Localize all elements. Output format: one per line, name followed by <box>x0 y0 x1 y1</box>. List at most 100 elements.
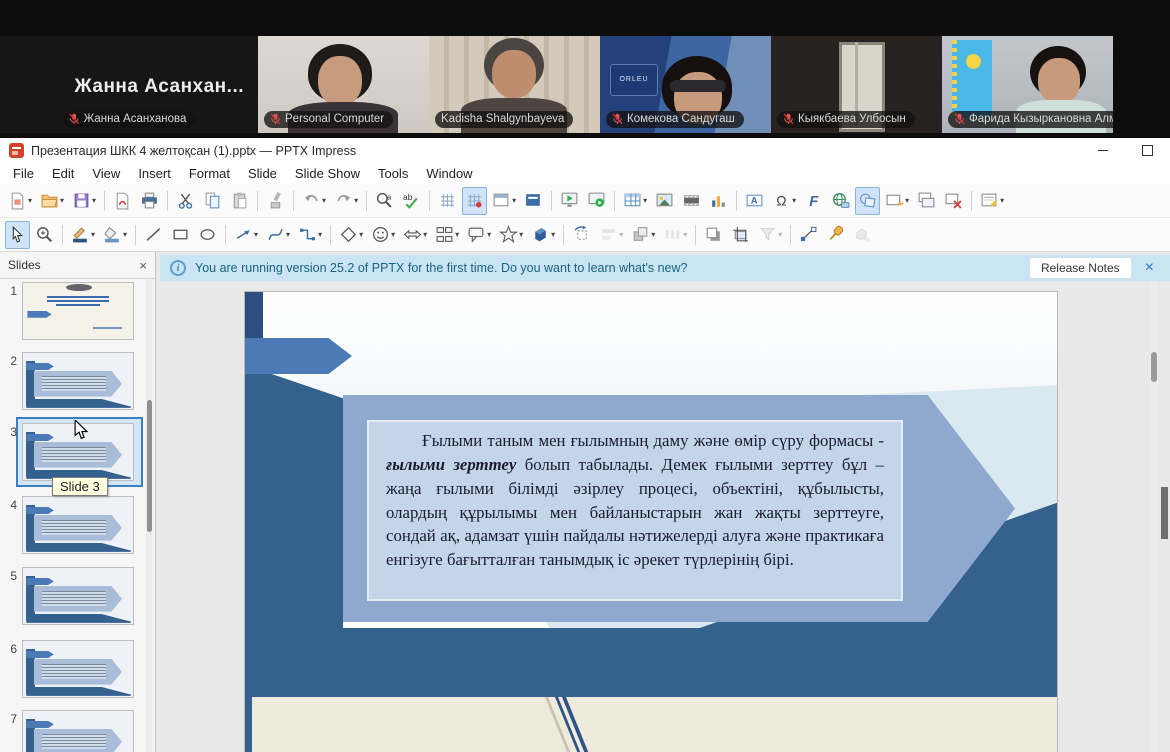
slide-thumbnail[interactable] <box>22 496 134 554</box>
dropdown-arrow-icon[interactable]: ▾ <box>318 230 322 239</box>
align-button[interactable]: ▾ <box>596 221 626 249</box>
dropdown-arrow-icon[interactable]: ▾ <box>423 230 427 239</box>
curves-polygons-button[interactable]: ▾ <box>263 221 293 249</box>
menu-item-file[interactable]: File <box>4 165 43 182</box>
dropdown-arrow-icon[interactable]: ▾ <box>551 230 555 239</box>
display-grid-button[interactable] <box>435 187 460 215</box>
star-shapes-button[interactable]: ▾ <box>496 221 526 249</box>
new-document-button[interactable]: ▾ <box>5 187 35 215</box>
slide-properties-button[interactable]: ▾ <box>977 187 1007 215</box>
export-pdf-button[interactable] <box>110 187 135 215</box>
rectangle-button[interactable] <box>168 221 193 249</box>
dropdown-arrow-icon[interactable]: ▾ <box>254 230 258 239</box>
symbol-shapes-button[interactable]: ▾ <box>368 221 398 249</box>
dropdown-arrow-icon[interactable]: ▾ <box>1000 196 1004 205</box>
dropdown-arrow-icon[interactable]: ▾ <box>92 196 96 205</box>
participant-tile[interactable]: Personal Computer <box>258 36 429 133</box>
flowchart-button[interactable]: ▾ <box>432 221 462 249</box>
insert-line-button[interactable] <box>141 221 166 249</box>
snap-to-grid-button[interactable] <box>462 187 487 215</box>
dropdown-arrow-icon[interactable]: ▾ <box>619 230 623 239</box>
insert-text-box-button[interactable]: A <box>742 187 767 215</box>
3d-objects-button[interactable]: ▾ <box>528 221 558 249</box>
duplicate-slide-button[interactable] <box>914 187 939 215</box>
redo-button[interactable]: ▾ <box>331 187 361 215</box>
menu-item-insert[interactable]: Insert <box>129 165 180 182</box>
paste-button[interactable] <box>227 187 252 215</box>
participant-tile[interactable]: ORLEUКомекова Сандугаш <box>600 36 771 133</box>
dropdown-arrow-icon[interactable]: ▾ <box>354 196 358 205</box>
panel-splitter-handle[interactable] <box>1161 487 1168 539</box>
connectors-button[interactable]: ▾ <box>295 221 325 249</box>
copy-button[interactable] <box>200 187 225 215</box>
dropdown-arrow-icon[interactable]: ▾ <box>322 196 326 205</box>
cut-button[interactable] <box>173 187 198 215</box>
dropdown-arrow-icon[interactable]: ▾ <box>792 196 796 205</box>
slide-thumbnail[interactable] <box>22 640 134 698</box>
menu-item-slide-show[interactable]: Slide Show <box>286 165 369 182</box>
dropdown-arrow-icon[interactable]: ▾ <box>286 230 290 239</box>
dropdown-arrow-icon[interactable]: ▾ <box>60 196 64 205</box>
open-button[interactable]: ▾ <box>37 187 67 215</box>
dropdown-arrow-icon[interactable]: ▾ <box>391 230 395 239</box>
dropdown-arrow-icon[interactable]: ▾ <box>778 230 782 239</box>
ellipse-button[interactable] <box>195 221 220 249</box>
slide-thumbnail[interactable] <box>22 282 134 340</box>
notification-close-icon[interactable]: × <box>1145 260 1154 276</box>
master-slide-button[interactable] <box>521 187 546 215</box>
dropdown-arrow-icon[interactable]: ▾ <box>28 196 32 205</box>
rotate-button[interactable] <box>569 221 594 249</box>
slide-thumbnail[interactable] <box>22 352 134 410</box>
slide-thumbnail[interactable] <box>22 567 134 625</box>
insert-chart-button[interactable] <box>706 187 731 215</box>
block-arrows-button[interactable]: ▾ <box>400 221 430 249</box>
slides-panel-close-icon[interactable]: × <box>139 258 147 273</box>
participant-tile[interactable]: Фарида Кызыркановна Алм... <box>942 36 1113 133</box>
arrange-button[interactable]: ▾ <box>628 221 658 249</box>
slide-canvas[interactable]: Ғылыми таным мен ғылымның даму және өмір… <box>245 292 1057 752</box>
dropdown-arrow-icon[interactable]: ▾ <box>512 196 516 205</box>
spelling-button[interactable]: ab <box>399 187 424 215</box>
slides-panel-scrollbar-thumb[interactable] <box>147 400 152 532</box>
dropdown-arrow-icon[interactable]: ▾ <box>487 230 491 239</box>
select-button[interactable] <box>5 221 30 249</box>
hyperlink-button[interactable] <box>828 187 853 215</box>
menu-item-format[interactable]: Format <box>180 165 239 182</box>
find-replace-button[interactable]: a <box>372 187 397 215</box>
callout-shapes-button[interactable]: ▾ <box>464 221 494 249</box>
shadow-button[interactable] <box>701 221 726 249</box>
insert-media-button[interactable] <box>679 187 704 215</box>
zoom-pan-button[interactable] <box>32 221 57 249</box>
filter-button[interactable]: ▾ <box>755 221 785 249</box>
toggle-extrusion-button[interactable]: % <box>850 221 875 249</box>
new-slide-button[interactable]: ▾ <box>882 187 912 215</box>
insert-image-button[interactable] <box>652 187 677 215</box>
slide-text-box[interactable]: Ғылыми таным мен ғылымның даму және өмір… <box>367 420 903 601</box>
line-color-button[interactable]: ▾ <box>68 221 98 249</box>
participant-tile[interactable]: Жанна Асанхан...Жанна Асанханова <box>0 36 258 133</box>
dropdown-arrow-icon[interactable]: ▾ <box>455 230 459 239</box>
minimize-button[interactable] <box>1080 138 1125 163</box>
fontwork-button[interactable]: F <box>801 187 826 215</box>
dropdown-arrow-icon[interactable]: ▾ <box>359 230 363 239</box>
print-button[interactable] <box>137 187 162 215</box>
insert-table-button[interactable]: ▾ <box>620 187 650 215</box>
dropdown-arrow-icon[interactable]: ▾ <box>123 230 127 239</box>
display-views-button[interactable]: ▾ <box>489 187 519 215</box>
menu-item-window[interactable]: Window <box>417 165 481 182</box>
special-character-button[interactable]: Ω▾ <box>769 187 799 215</box>
basic-shapes-button[interactable]: ▾ <box>336 221 366 249</box>
lines-arrows-button[interactable]: ▾ <box>231 221 261 249</box>
participant-tile[interactable]: Kadisha Shalgynbayeva <box>429 36 600 133</box>
crop-image-button[interactable] <box>728 221 753 249</box>
participant-tile[interactable]: Кыякбаева Улбосын <box>771 36 942 133</box>
dropdown-arrow-icon[interactable]: ▾ <box>643 196 647 205</box>
dropdown-arrow-icon[interactable]: ▾ <box>905 196 909 205</box>
edit-points-button[interactable] <box>796 221 821 249</box>
start-current-slide-button[interactable] <box>584 187 609 215</box>
show-draw-functions-button[interactable] <box>855 187 880 215</box>
start-first-slide-button[interactable] <box>557 187 582 215</box>
dropdown-arrow-icon[interactable]: ▾ <box>91 230 95 239</box>
release-notes-button[interactable]: Release Notes <box>1030 258 1131 278</box>
menu-item-tools[interactable]: Tools <box>369 165 417 182</box>
